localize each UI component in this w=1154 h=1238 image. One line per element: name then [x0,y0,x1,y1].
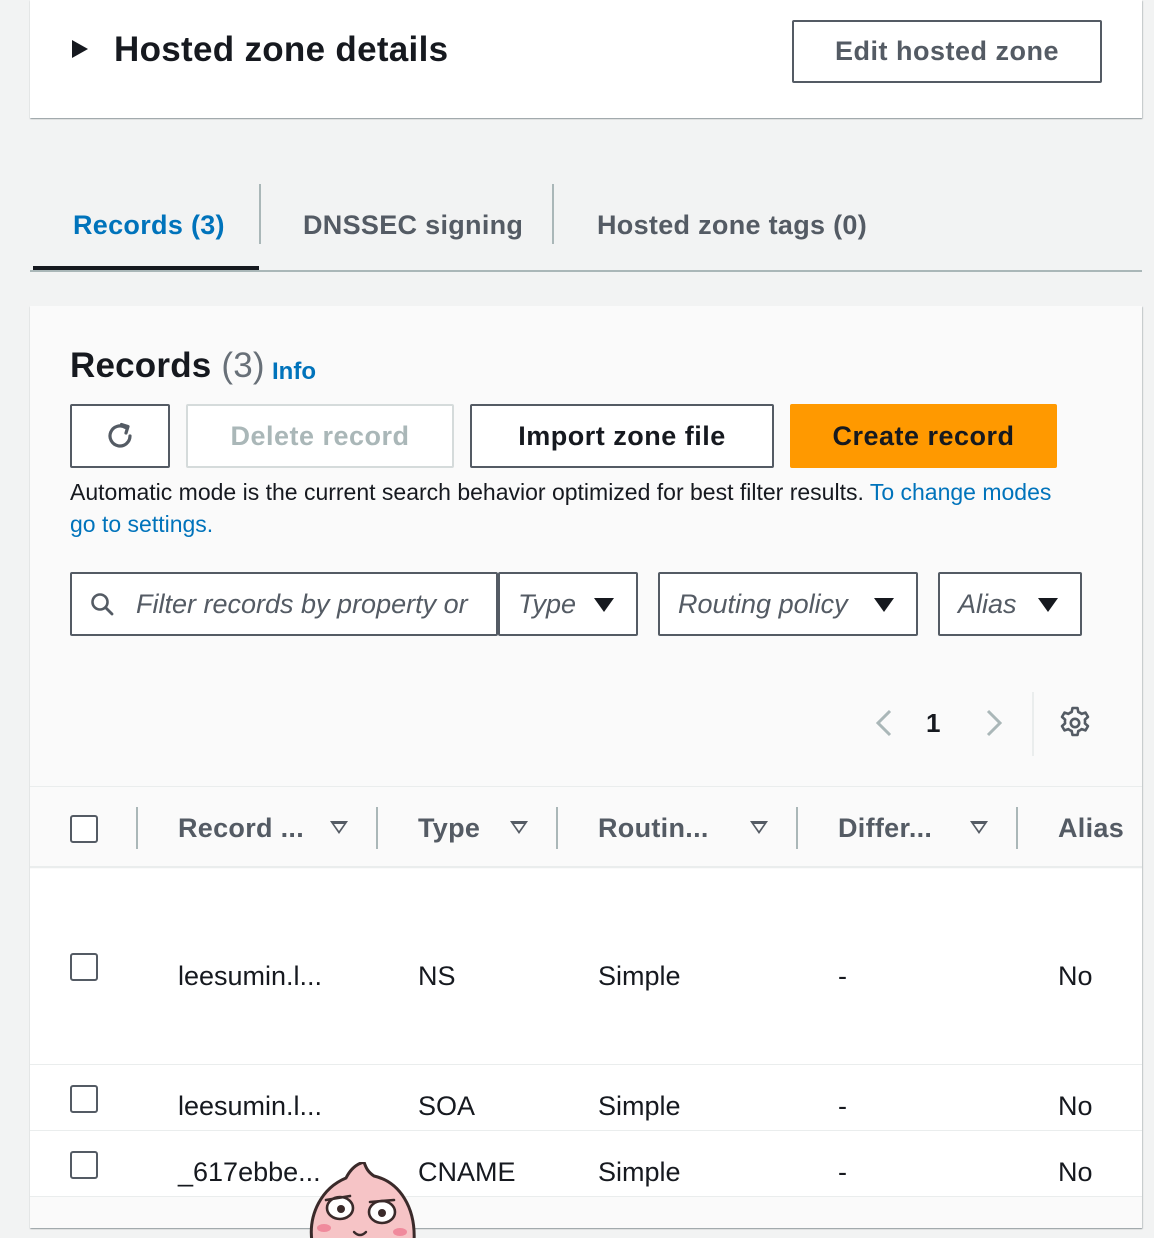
sort-icon[interactable] [510,821,528,834]
chevron-right-icon[interactable] [982,708,1006,738]
edit-hosted-zone-button[interactable]: Edit hosted zone [792,20,1102,83]
sort-icon[interactable] [970,821,988,834]
alias-cell: No [1058,961,1093,991]
alias-filter-label: Alias [958,588,1017,619]
column-divider[interactable] [796,807,798,849]
dropdown-arrow-icon [874,598,894,612]
record-type-cell: NS [418,961,456,991]
column-header-alias[interactable]: Alias [1058,787,1142,869]
record-name-cell: _617ebbe... [178,1157,321,1187]
column-divider[interactable] [1016,807,1018,849]
refresh-button[interactable] [70,404,170,468]
column-header-record-name[interactable]: Record ... [178,787,358,869]
type-filter-dropdown[interactable]: Type [498,572,638,636]
differentiator-cell: - [838,1091,847,1121]
alias-cell: No [1058,1091,1093,1121]
routing-policy-filter-dropdown[interactable]: Routing policy [658,572,918,636]
column-header-label: Record ... [178,812,305,843]
records-panel: Records (3) Info Delete record Import zo… [30,306,1142,1228]
search-mode-notice: Automatic mode is the current search beh… [70,476,1080,540]
type-filter-label: Type [518,588,577,619]
routing-policy-cell: Simple [598,1091,681,1121]
differentiator-cell: - [838,1157,847,1187]
column-header-type[interactable]: Type [418,787,538,869]
table-row[interactable]: leesumin.l... NS Simple - No [30,869,1142,1065]
info-link[interactable]: Info [272,358,316,386]
row-checkbox[interactable] [70,1151,98,1179]
dropdown-arrow-icon [594,598,614,612]
tab-divider [259,184,261,244]
row-checkbox[interactable] [70,953,98,981]
records-title: Records [70,346,212,385]
settings-gear-icon[interactable] [1058,706,1092,740]
peach-mascot-icon [309,1162,416,1238]
filter-records-search[interactable] [70,572,498,636]
sort-icon[interactable] [750,821,768,834]
search-mode-text: Automatic mode is the current search beh… [70,479,870,505]
record-name-cell: leesumin.l... [178,1091,323,1121]
sort-icon[interactable] [330,821,348,834]
filter-records-input[interactable] [136,584,486,624]
record-type-cell: CNAME [418,1157,516,1187]
column-divider[interactable] [376,807,378,849]
pagination-divider [1032,692,1034,756]
hosted-zone-details-title[interactable]: Hosted zone details [114,30,448,70]
import-zone-file-button[interactable]: Import zone file [470,404,774,468]
table-row[interactable]: _617ebbe... CNAME Simple - No [30,1131,1142,1197]
chevron-left-icon[interactable] [872,708,896,738]
alias-cell: No [1058,1157,1093,1187]
row-checkbox[interactable] [70,1085,98,1113]
create-record-button[interactable]: Create record [790,404,1057,468]
record-name-cell: leesumin.l... [178,961,323,991]
column-header-label: Type [418,812,481,843]
caret-right-icon[interactable] [72,40,88,58]
table-row[interactable]: leesumin.l... SOA Simple - No [30,1065,1142,1131]
routing-policy-filter-label: Routing policy [678,588,848,619]
record-type-cell: SOA [418,1091,476,1121]
column-header-differentiator[interactable]: Differ... [838,787,1008,869]
delete-record-button[interactable]: Delete record [186,404,454,468]
alias-filter-dropdown[interactable]: Alias [938,572,1082,636]
hosted-zone-details-panel: Hosted zone details Edit hosted zone [30,0,1142,118]
routing-policy-cell: Simple [598,1157,681,1187]
refresh-icon [108,422,132,448]
column-header-label: Alias [1058,812,1125,843]
column-divider[interactable] [556,807,558,849]
tab-records[interactable]: Records (3) [73,180,225,270]
active-tab-indicator [33,266,259,270]
records-count: (3) [221,346,265,385]
column-header-label: Routin... [598,812,709,843]
column-header-routing-policy[interactable]: Routin... [598,787,778,869]
select-all-checkbox[interactable] [70,815,98,843]
tab-hosted-zone-tags[interactable]: Hosted zone tags (0) [597,180,867,270]
tab-divider [552,184,554,244]
page-number[interactable]: 1 [926,708,940,739]
differentiator-cell: - [838,961,847,991]
routing-policy-cell: Simple [598,961,681,991]
records-table-header: Record ... Type Routin... Differ... Alia… [30,786,1142,868]
dropdown-arrow-icon [1038,598,1058,612]
records-heading: Records (3) [70,346,265,386]
column-divider [136,807,138,849]
tab-dnssec-signing[interactable]: DNSSEC signing [303,180,523,270]
search-icon [91,593,114,616]
tab-bar: Records (3) DNSSEC signing Hosted zone t… [30,180,1142,272]
column-header-label: Differ... [838,812,933,843]
